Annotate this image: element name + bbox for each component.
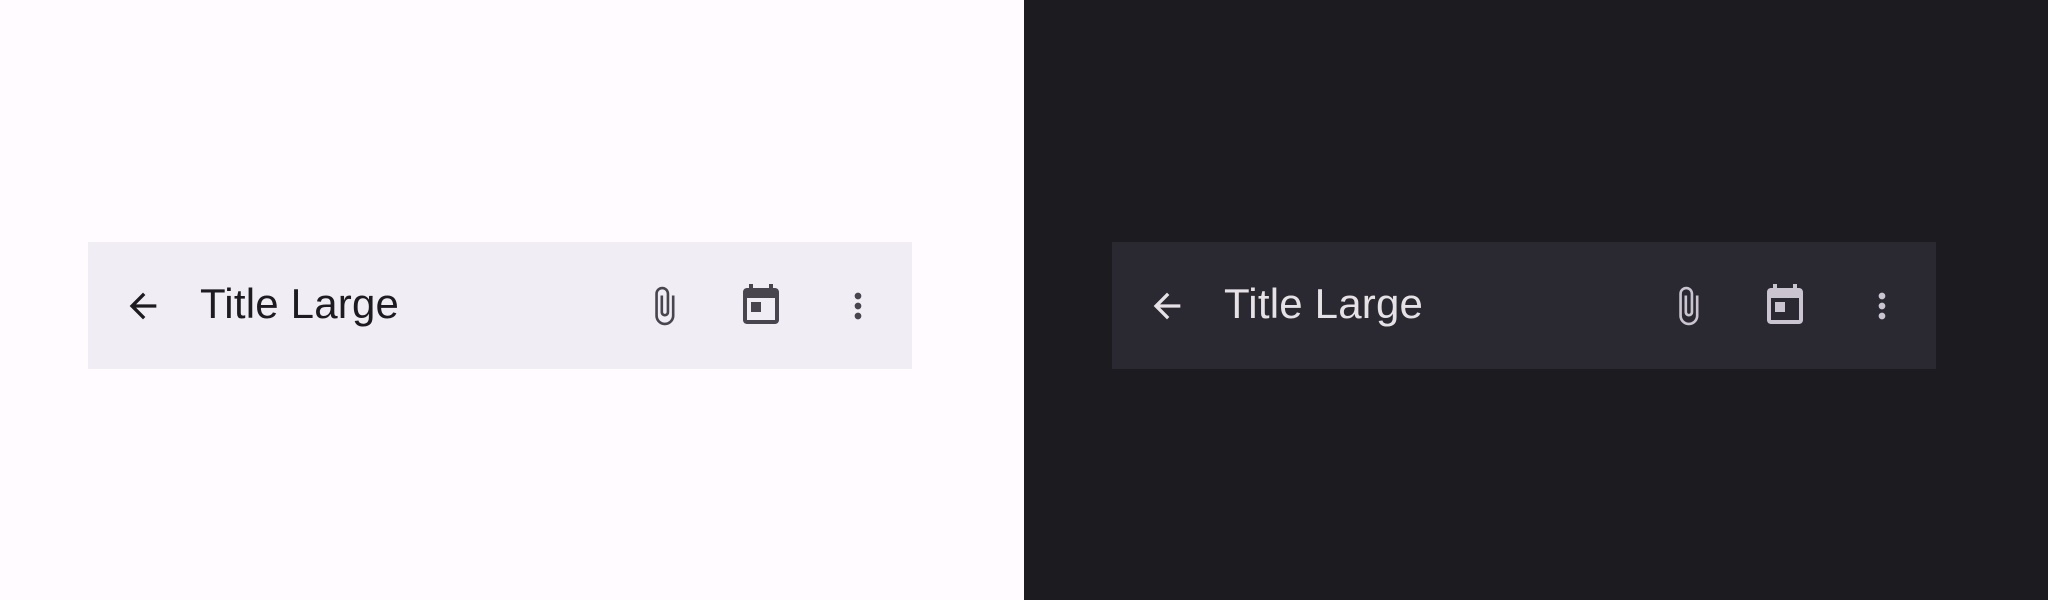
more-options-button[interactable] [826, 274, 890, 338]
calendar-event-icon [1767, 283, 1803, 324]
more-options-button[interactable] [1850, 274, 1914, 338]
top-app-bar: Title Large [1112, 242, 1936, 369]
top-app-bar: Title Large [88, 242, 912, 369]
app-bar-title: Title Large [200, 279, 400, 327]
attach-file-icon [1679, 286, 1699, 325]
more-vert-icon [1878, 292, 1886, 319]
calendar-button[interactable] [1753, 274, 1817, 338]
arrow-back-icon [129, 292, 157, 319]
arrow-back-icon [1153, 292, 1181, 319]
more-vert-icon [854, 292, 862, 319]
back-button[interactable] [1135, 274, 1199, 338]
attach-file-icon [655, 286, 675, 325]
calendar-event-icon [743, 283, 779, 324]
app-bar-actions [632, 274, 890, 338]
app-bar-actions [1656, 274, 1914, 338]
app-bar-title: Title Large [1224, 279, 1424, 327]
calendar-button[interactable] [729, 274, 793, 338]
dark-theme-panel: Title Large [1024, 0, 2048, 600]
back-button[interactable] [111, 274, 175, 338]
light-theme-panel: Title Large [0, 0, 1024, 600]
attach-file-button[interactable] [632, 274, 696, 338]
attach-file-button[interactable] [1656, 274, 1720, 338]
